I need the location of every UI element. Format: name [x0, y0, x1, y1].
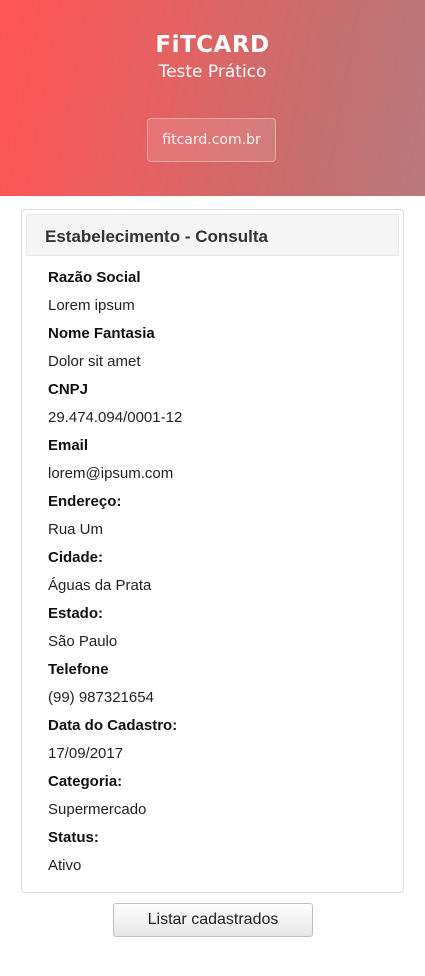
header-subtitle: Teste Prático	[158, 62, 267, 82]
field-label-cidade: Cidade:	[48, 549, 104, 566]
field-label-nome-fantasia: Nome Fantasia	[48, 325, 155, 342]
field-value-razao-social: Lorem ipsum	[48, 297, 135, 314]
field-label-estado: Estado:	[48, 605, 104, 622]
field-value-status: Ativo	[48, 857, 82, 874]
field-label-categoria: Categoria:	[48, 773, 123, 790]
field-label-endereco: Endereço:	[48, 493, 122, 510]
field-value-cidade: Águas da Prata	[48, 577, 152, 594]
field-value-categoria: Supermercado	[48, 801, 147, 818]
field-label-status: Status:	[48, 829, 99, 846]
field-value-cnpj: 29.474.094/0001-12	[48, 409, 183, 426]
field-label-data-cadastro: Data do Cadastro:	[48, 717, 178, 734]
field-label-email: Email	[48, 437, 89, 454]
establishment-panel: Estabelecimento - Consulta Razão Social …	[21, 209, 404, 893]
field-label-razao-social: Razão Social	[48, 269, 141, 286]
field-value-telefone: (99) 987321654	[48, 689, 154, 706]
panel-title: Estabelecimento - Consulta	[26, 214, 399, 256]
field-list: Razão Social Lorem ipsum Nome Fantasia D…	[22, 256, 403, 880]
site-link-button[interactable]: fitcard.com.br	[147, 118, 276, 162]
list-registered-button[interactable]: Listar cadastrados	[113, 903, 313, 937]
field-value-estado: São Paulo	[48, 633, 118, 650]
field-value-email: lorem@ipsum.com	[48, 465, 174, 482]
field-label-telefone: Telefone	[48, 661, 109, 678]
page-header: FiTCARD Teste Prático fitcard.com.br	[0, 0, 425, 196]
brand-logo: FiTCARD	[155, 32, 270, 58]
field-value-endereco: Rua Um	[48, 521, 104, 538]
field-label-cnpj: CNPJ	[48, 381, 89, 398]
field-value-nome-fantasia: Dolor sit amet	[48, 353, 141, 370]
field-value-data-cadastro: 17/09/2017	[48, 745, 124, 762]
